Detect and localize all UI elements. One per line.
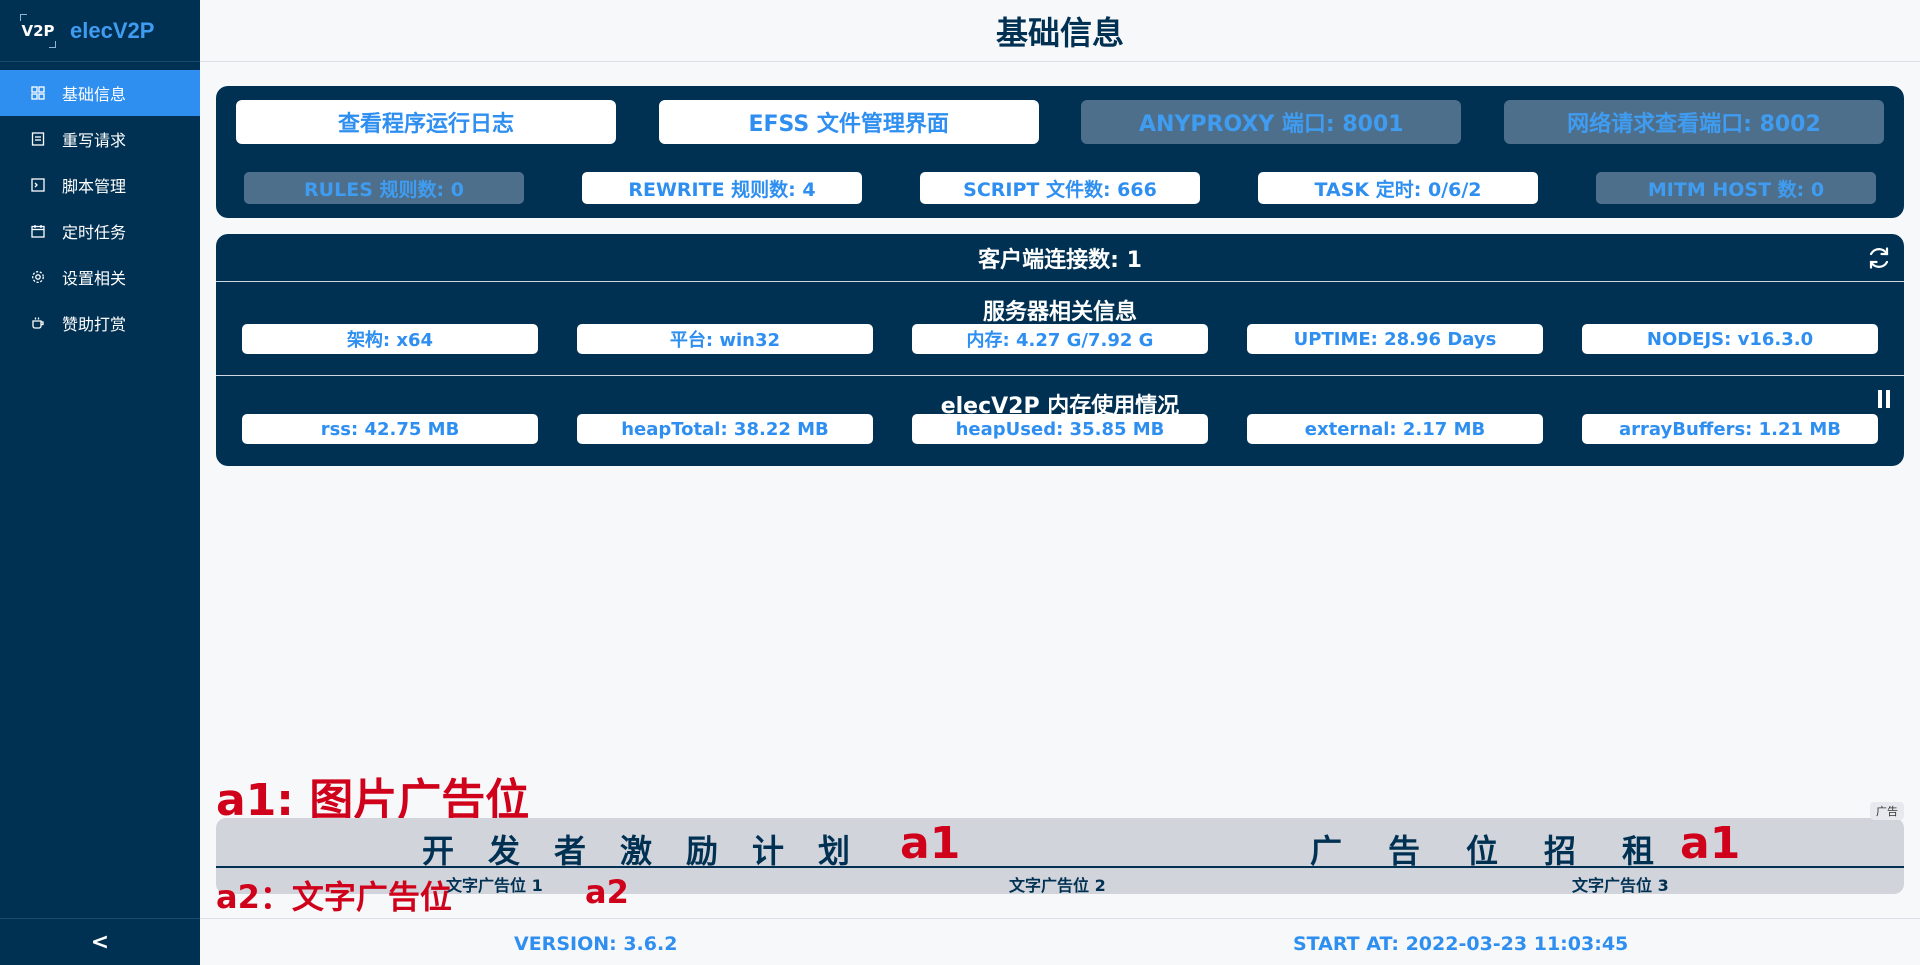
app-name: elecV2P <box>70 17 155 43</box>
anyproxy-port-button[interactable]: ANYPROXY 端口: 8001 <box>1081 100 1462 144</box>
document-icon <box>30 131 46 147</box>
brand[interactable]: V2P elecV2P <box>0 0 200 62</box>
image-ad-row[interactable]: 开发者激励计划 a1 广告位招租 a1 <box>216 818 1904 870</box>
task-count-button[interactable]: TASK 定时: 0/6/2 <box>1258 172 1538 204</box>
sidebar-item-label: 重写请求 <box>62 131 127 150</box>
heap-total-value: heapTotal: 38.22 MB <box>577 414 873 444</box>
text-ad-1[interactable]: 文字广告位 1 <box>446 872 543 896</box>
text-ad-row: 文字广告位 1 文字广告位 2 文字广告位 3 <box>216 870 1904 896</box>
server-info-section: 服务器相关信息 架构: x64 平台: win32 内存: 4.27 G/7.9… <box>216 282 1904 376</box>
mitm-host-count-button[interactable]: MITM HOST 数: 0 <box>1596 172 1876 204</box>
sidebar-item-tasks[interactable]: 定时任务 <box>0 208 200 254</box>
external-value: external: 2.17 MB <box>1247 414 1543 444</box>
coffee-icon <box>30 315 46 331</box>
calendar-icon <box>30 223 46 239</box>
sidebar: V2P elecV2P 基础信息 重写请求 脚本管理 定时任务 设置相关 赞助打… <box>0 0 200 965</box>
app-logo: V2P <box>20 13 56 48</box>
sidebar-collapse-button[interactable]: < <box>0 918 200 965</box>
nodejs-value: NODEJS: v16.3.0 <box>1582 324 1878 354</box>
terminal-icon <box>30 177 46 193</box>
sidebar-nav: 基础信息 重写请求 脚本管理 定时任务 设置相关 赞助打赏 <box>0 70 200 346</box>
client-connections-label: 客户端连接数: 1 <box>978 247 1142 273</box>
sidebar-item-label: 定时任务 <box>62 223 127 242</box>
start-time-text: START AT: 2022-03-23 11:03:45 <box>1293 933 1629 955</box>
uptime-value: UPTIME: 28.96 Days <box>1247 324 1543 354</box>
sidebar-item-label: 脚本管理 <box>62 177 127 196</box>
dashboard-icon <box>30 85 46 101</box>
image-ad-a1-mark-left: a1 <box>900 818 961 869</box>
server-info-panel: 客户端连接数: 1 服务器相关信息 架构: x64 平台: win32 内存: … <box>216 234 1904 466</box>
pause-icon[interactable] <box>1878 390 1890 408</box>
page-title: 基础信息 <box>995 13 1124 52</box>
sidebar-item-sponsor[interactable]: 赞助打赏 <box>0 300 200 346</box>
sidebar-item-basic-info[interactable]: 基础信息 <box>0 70 200 116</box>
sidebar-item-label: 设置相关 <box>62 269 127 288</box>
sidebar-item-rewrite[interactable]: 重写请求 <box>0 116 200 162</box>
sidebar-item-settings[interactable]: 设置相关 <box>0 254 200 300</box>
script-count-button[interactable]: SCRIPT 文件数: 666 <box>920 172 1200 204</box>
platform-value: 平台: win32 <box>577 324 873 354</box>
page-header: 基础信息 <box>200 0 1920 62</box>
ad-area: 广告 开发者激励计划 a1 广告位招租 a1 文字广告位 1 文字广告位 2 文… <box>216 802 1904 896</box>
refresh-icon[interactable] <box>1866 245 1892 271</box>
quick-links-panel: 查看程序运行日志 EFSS 文件管理界面 ANYPROXY 端口: 8001 网… <box>216 86 1904 218</box>
footer: VERSION: 3.6.2 START AT: 2022-03-23 11:0… <box>200 918 1920 965</box>
network-port-button[interactable]: 网络请求查看端口: 8002 <box>1503 100 1884 144</box>
memory-usage-section: elecV2P 内存使用情况 rss: 42.75 MB heapTotal: … <box>216 376 1904 466</box>
text-ad-2[interactable]: 文字广告位 2 <box>1009 872 1106 896</box>
sidebar-item-label: 赞助打赏 <box>62 315 127 334</box>
efss-button[interactable]: EFSS 文件管理界面 <box>658 100 1039 144</box>
rss-value: rss: 42.75 MB <box>242 414 538 444</box>
array-buffers-value: arrayBuffers: 1.21 MB <box>1582 414 1878 444</box>
client-connections-row: 客户端连接数: 1 <box>216 234 1904 282</box>
text-ad-3[interactable]: 文字广告位 3 <box>1572 872 1669 896</box>
rules-count-button[interactable]: RULES 规则数: 0 <box>244 172 524 204</box>
text-ad-a2-mark: a2 <box>585 873 629 911</box>
sidebar-item-scripts[interactable]: 脚本管理 <box>0 162 200 208</box>
server-info-title: 服务器相关信息 <box>982 300 1137 325</box>
gear-icon <box>30 269 46 285</box>
heap-used-value: heapUsed: 35.85 MB <box>912 414 1208 444</box>
rewrite-count-button[interactable]: REWRITE 规则数: 4 <box>582 172 862 204</box>
image-ad-right[interactable]: 广告位招租 <box>1310 826 1700 872</box>
view-log-button[interactable]: 查看程序运行日志 <box>236 100 616 144</box>
memory-value: 内存: 4.27 G/7.92 G <box>912 324 1208 354</box>
text-ad-annotation: a2：文字广告位 <box>216 878 452 916</box>
arch-value: 架构: x64 <box>242 324 538 354</box>
sidebar-item-label: 基础信息 <box>62 85 127 104</box>
version-text: VERSION: 3.6.2 <box>514 933 678 955</box>
image-ad-a1-mark-right: a1 <box>1680 818 1741 869</box>
image-ad-left[interactable]: 开发者激励计划 <box>422 826 884 872</box>
